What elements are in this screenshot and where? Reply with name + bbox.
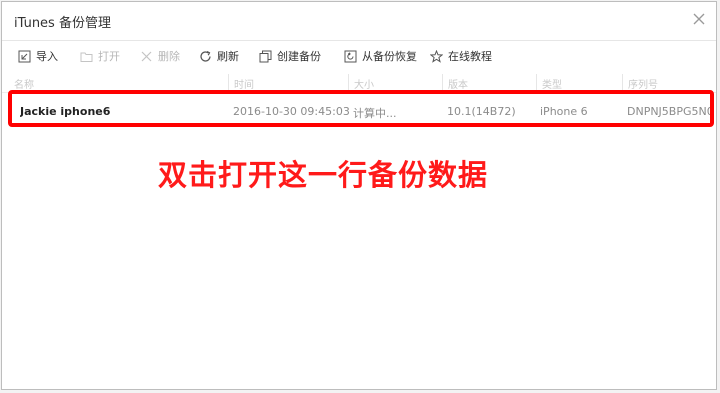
column-header-size[interactable]: 大小: [354, 76, 374, 91]
online-tutorial-label: 在线教程: [448, 50, 492, 63]
star-icon: [430, 49, 443, 63]
row-highlight-box: [8, 90, 714, 127]
window-title: iTunes 备份管理: [14, 16, 111, 31]
close-icon[interactable]: [690, 10, 708, 28]
refresh-button[interactable]: 刷新: [199, 48, 239, 64]
delete-label: 删除: [158, 50, 180, 63]
instruction-annotation: 双击打开这一行备份数据: [158, 158, 489, 192]
refresh-label: 刷新: [217, 50, 239, 63]
column-divider[interactable]: [442, 74, 443, 90]
create-backup-label: 创建备份: [277, 50, 321, 63]
toolbar: 导入 打开 删除 刷新 创建备份 从备份恢复 在线教程: [2, 40, 716, 71]
online-tutorial-button[interactable]: 在线教程: [430, 48, 492, 64]
open-label: 打开: [98, 50, 120, 63]
title-bar: iTunes 备份管理: [2, 2, 716, 38]
delete-button[interactable]: 删除: [140, 48, 180, 64]
column-header-type[interactable]: 类型: [542, 76, 562, 91]
refresh-icon: [200, 50, 211, 62]
restore-button[interactable]: 从备份恢复: [344, 48, 417, 64]
column-divider[interactable]: [228, 74, 229, 90]
column-divider[interactable]: [536, 74, 537, 90]
column-header-name[interactable]: 名称: [14, 76, 34, 91]
column-header-serial[interactable]: 序列号: [628, 76, 658, 91]
open-button[interactable]: 打开: [80, 48, 120, 64]
restore-icon: [344, 50, 357, 62]
backup-manager-window: iTunes 备份管理 导入 打开 删除 刷新 创建备份 从备份恢复 在线教程 …: [1, 1, 717, 390]
import-label: 导入: [36, 50, 58, 63]
import-button[interactable]: 导入: [18, 48, 58, 64]
create-backup-button[interactable]: 创建备份: [259, 48, 321, 64]
import-icon: [18, 50, 31, 62]
column-header-version[interactable]: 版本: [448, 76, 468, 91]
restore-label: 从备份恢复: [362, 50, 417, 63]
column-divider[interactable]: [348, 74, 349, 90]
column-header-time[interactable]: 时间: [234, 76, 254, 91]
delete-icon: [141, 51, 152, 61]
column-divider[interactable]: [622, 74, 623, 90]
folder-icon: [80, 52, 93, 62]
create-backup-icon: [259, 50, 272, 62]
